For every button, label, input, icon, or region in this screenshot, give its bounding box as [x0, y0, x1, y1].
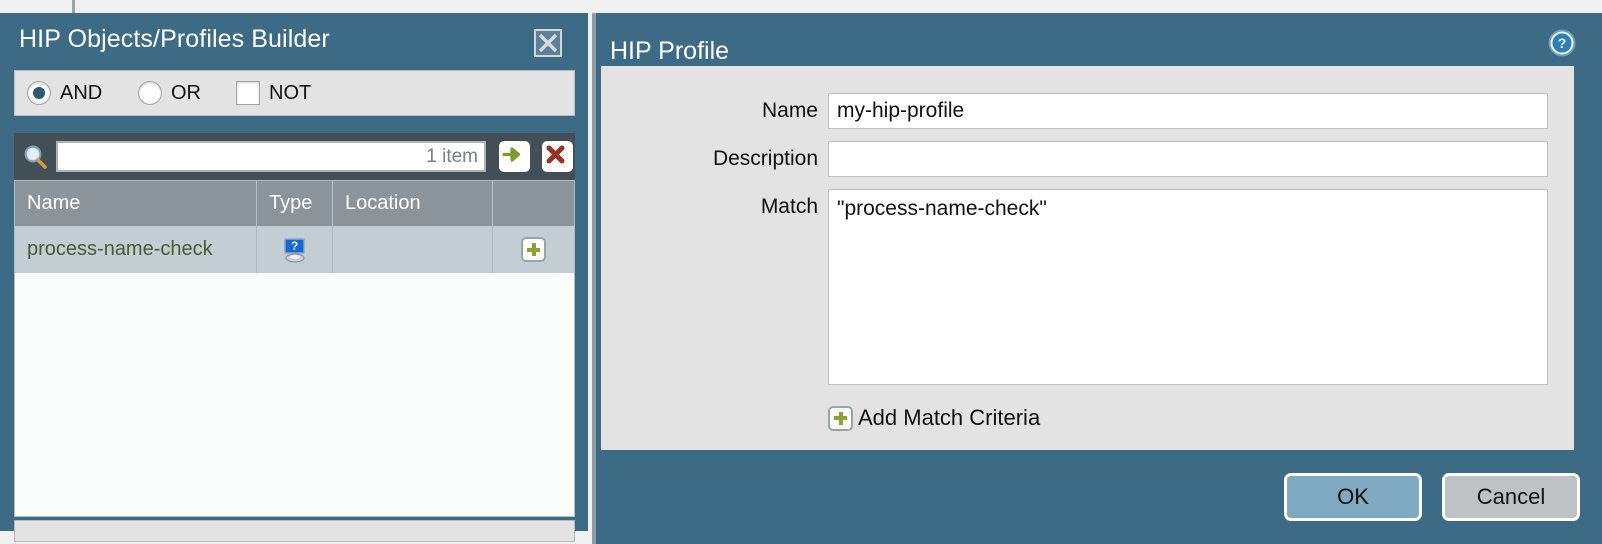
row-add-button[interactable]	[493, 226, 574, 273]
table-row[interactable]: process-name-check ?	[15, 226, 574, 273]
description-field[interactable]	[828, 141, 1548, 177]
operator-and-label: AND	[60, 82, 102, 105]
plus-icon[interactable]	[521, 237, 546, 262]
dialog-action-bar: OK Cancel	[1284, 473, 1580, 521]
description-label: Description	[601, 141, 828, 177]
ok-button[interactable]: OK	[1284, 473, 1422, 521]
arrow-right-icon[interactable]	[499, 141, 530, 172]
column-header-type[interactable]: Type	[257, 181, 333, 226]
page-background-strip	[0, 0, 1602, 13]
operator-bar: AND OR NOT	[14, 70, 575, 116]
svg-text:?: ?	[1558, 35, 1567, 51]
close-icon[interactable]	[534, 29, 562, 57]
match-field[interactable]	[828, 189, 1548, 385]
field-row-name: Name	[601, 93, 1548, 129]
page-divider	[72, 0, 75, 13]
name-field[interactable]	[828, 93, 1548, 129]
hip-objects-table: Name Type Location process-name-check ?	[14, 180, 575, 517]
operator-or-label: OR	[171, 82, 201, 105]
hip-profile-form: Name Description Match Add Match Criteri…	[601, 66, 1574, 450]
builder-titlebar: HIP Objects/Profiles Builder	[0, 13, 588, 67]
red-x-icon[interactable]	[542, 141, 573, 172]
column-header-location[interactable]: Location	[333, 181, 493, 226]
hip-object-icon: ?	[257, 226, 333, 273]
radio-and-icon[interactable]	[27, 81, 51, 105]
operator-not[interactable]: NOT	[236, 81, 311, 105]
radio-or-icon[interactable]	[138, 81, 162, 105]
cell-name: process-name-check	[15, 226, 257, 273]
column-header-actions	[493, 181, 574, 226]
help-icon[interactable]: ?	[1547, 28, 1577, 58]
plus-icon	[828, 406, 853, 431]
table-header-row: Name Type Location	[15, 181, 574, 226]
search-icon	[21, 143, 49, 171]
field-row-description: Description	[601, 141, 1548, 177]
builder-title: HIP Objects/Profiles Builder	[19, 25, 330, 54]
hip-objects-profiles-builder-dialog: HIP Objects/Profiles Builder AND OR NOT	[0, 13, 588, 531]
search-input[interactable]	[56, 141, 486, 172]
builder-footer-bar	[14, 520, 575, 542]
add-match-criteria-button[interactable]: Add Match Criteria	[828, 405, 1040, 431]
match-label: Match	[601, 189, 828, 225]
operator-or[interactable]: OR	[138, 81, 201, 105]
search-toolbar	[14, 133, 575, 180]
operator-not-label: NOT	[269, 82, 311, 105]
name-label: Name	[601, 93, 828, 129]
operator-and[interactable]: AND	[27, 81, 102, 105]
hip-profile-dialog: HIP Profile ? Name Description Match Add…	[592, 13, 1602, 544]
cancel-button[interactable]: Cancel	[1442, 473, 1580, 521]
column-header-name[interactable]: Name	[15, 181, 257, 226]
svg-text:?: ?	[290, 239, 297, 253]
page-title: HIP Profile	[610, 37, 729, 66]
dialog-edge	[592, 13, 596, 544]
field-row-match: Match	[601, 189, 1548, 385]
checkbox-not-icon[interactable]	[236, 81, 260, 105]
cell-location	[333, 226, 493, 273]
add-match-criteria-label: Add Match Criteria	[858, 405, 1040, 431]
